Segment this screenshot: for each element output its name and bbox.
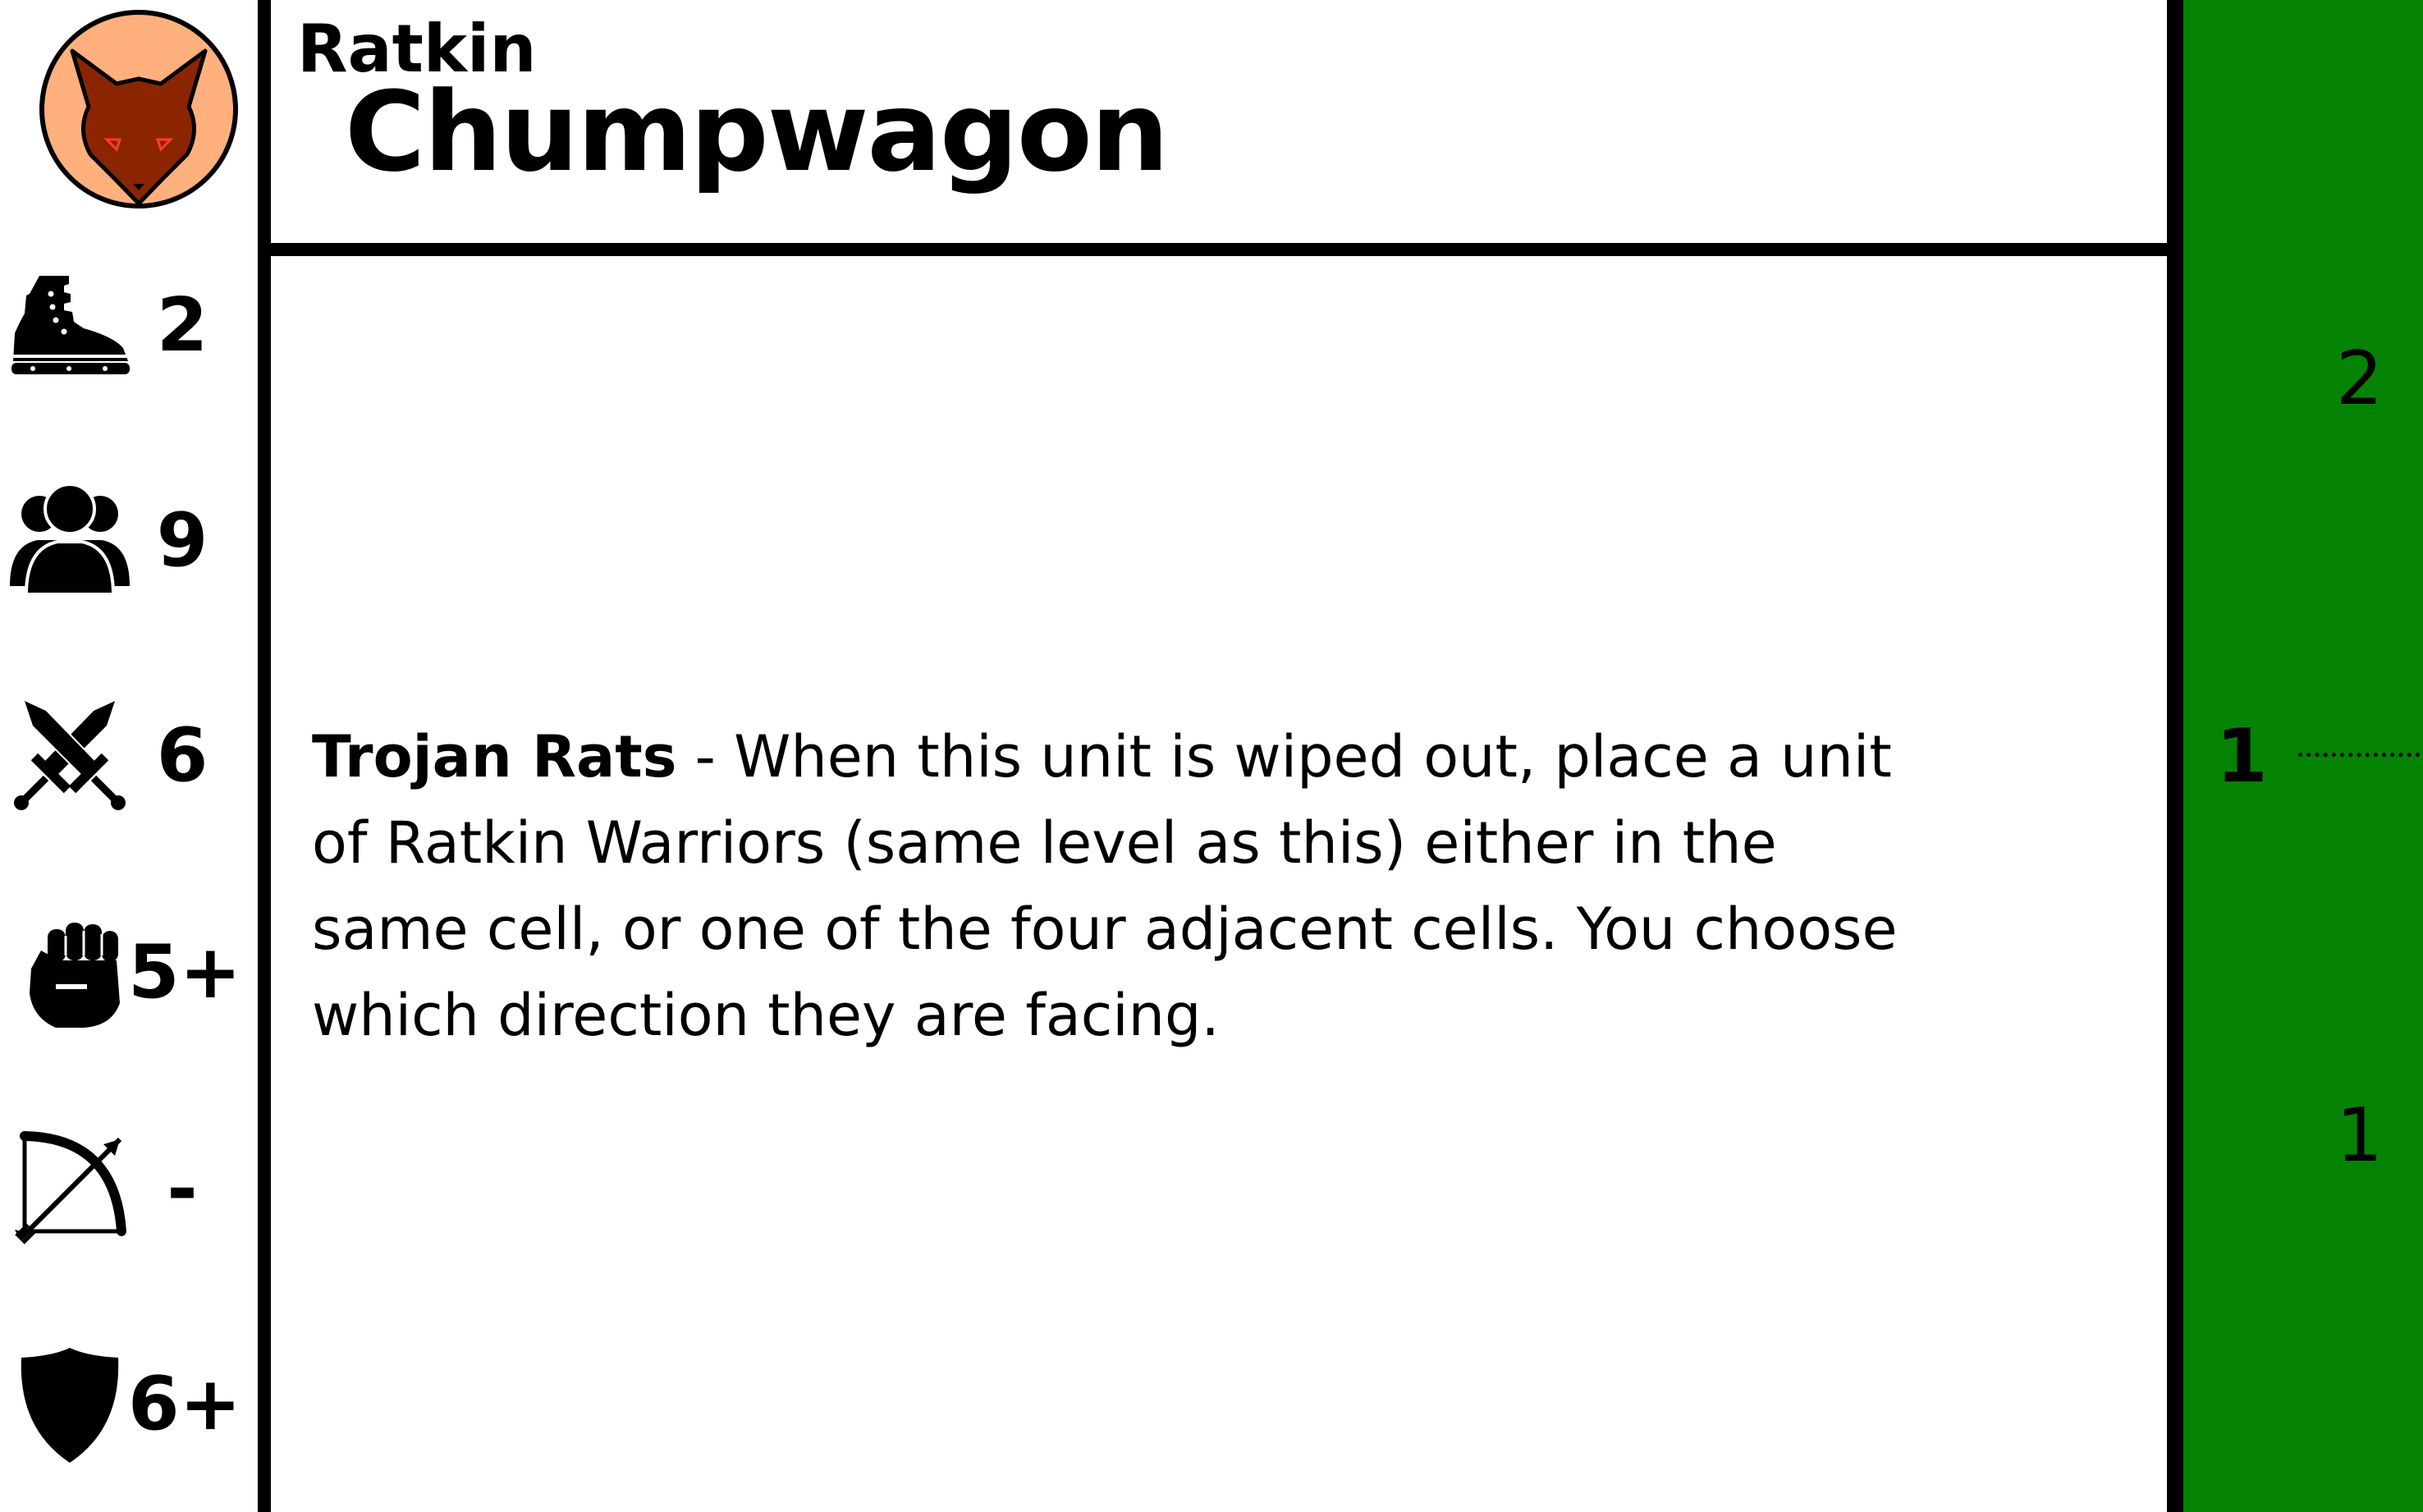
ability-separator: - xyxy=(676,723,735,790)
track-current-value: 1 xyxy=(2216,713,2268,800)
boot-icon xyxy=(11,276,130,374)
track-top-value: 2 xyxy=(2336,336,2384,422)
track-current-marker xyxy=(2298,753,2420,757)
stat-value-defense: 6+ xyxy=(127,1361,242,1447)
track-bottom-value: 1 xyxy=(2336,1093,2384,1179)
shield-icon xyxy=(21,1348,119,1463)
stat-ranged: - xyxy=(0,1128,258,1276)
stat-unit-size: 9 xyxy=(0,479,258,627)
stat-melee: 5+ xyxy=(0,911,258,1059)
ability-description: Trojan Rats - When this unit is wiped ou… xyxy=(312,714,1921,1059)
header-divider xyxy=(271,243,2167,256)
stat-value-ranged: - xyxy=(167,1146,198,1232)
stat-value-unit-size: 9 xyxy=(156,497,208,584)
unit-card: 2 9 6 5+ - 6+ Ratkin Chumpwagon Trojan R… xyxy=(0,0,2423,1512)
bow-icon xyxy=(15,1131,126,1244)
stat-value-melee: 5+ xyxy=(127,929,242,1015)
track-border xyxy=(2167,0,2183,1512)
stat-defense: 6+ xyxy=(0,1343,258,1491)
stat-value-attack: 6 xyxy=(156,712,208,799)
group-icon xyxy=(10,483,130,596)
stat-movement: 2 xyxy=(0,264,258,412)
fist-icon xyxy=(30,923,120,1028)
rat-head-icon xyxy=(39,10,238,208)
crossed-swords-icon xyxy=(14,698,126,810)
stat-value-movement: 2 xyxy=(156,282,208,369)
unit-name: Chumpwagon xyxy=(345,68,1169,196)
ability-name: Trojan Rats xyxy=(312,723,677,790)
stat-attack: 6 xyxy=(0,694,258,842)
stat-column: 2 9 6 5+ - 6+ xyxy=(0,0,258,1512)
stat-column-border xyxy=(258,0,271,1512)
